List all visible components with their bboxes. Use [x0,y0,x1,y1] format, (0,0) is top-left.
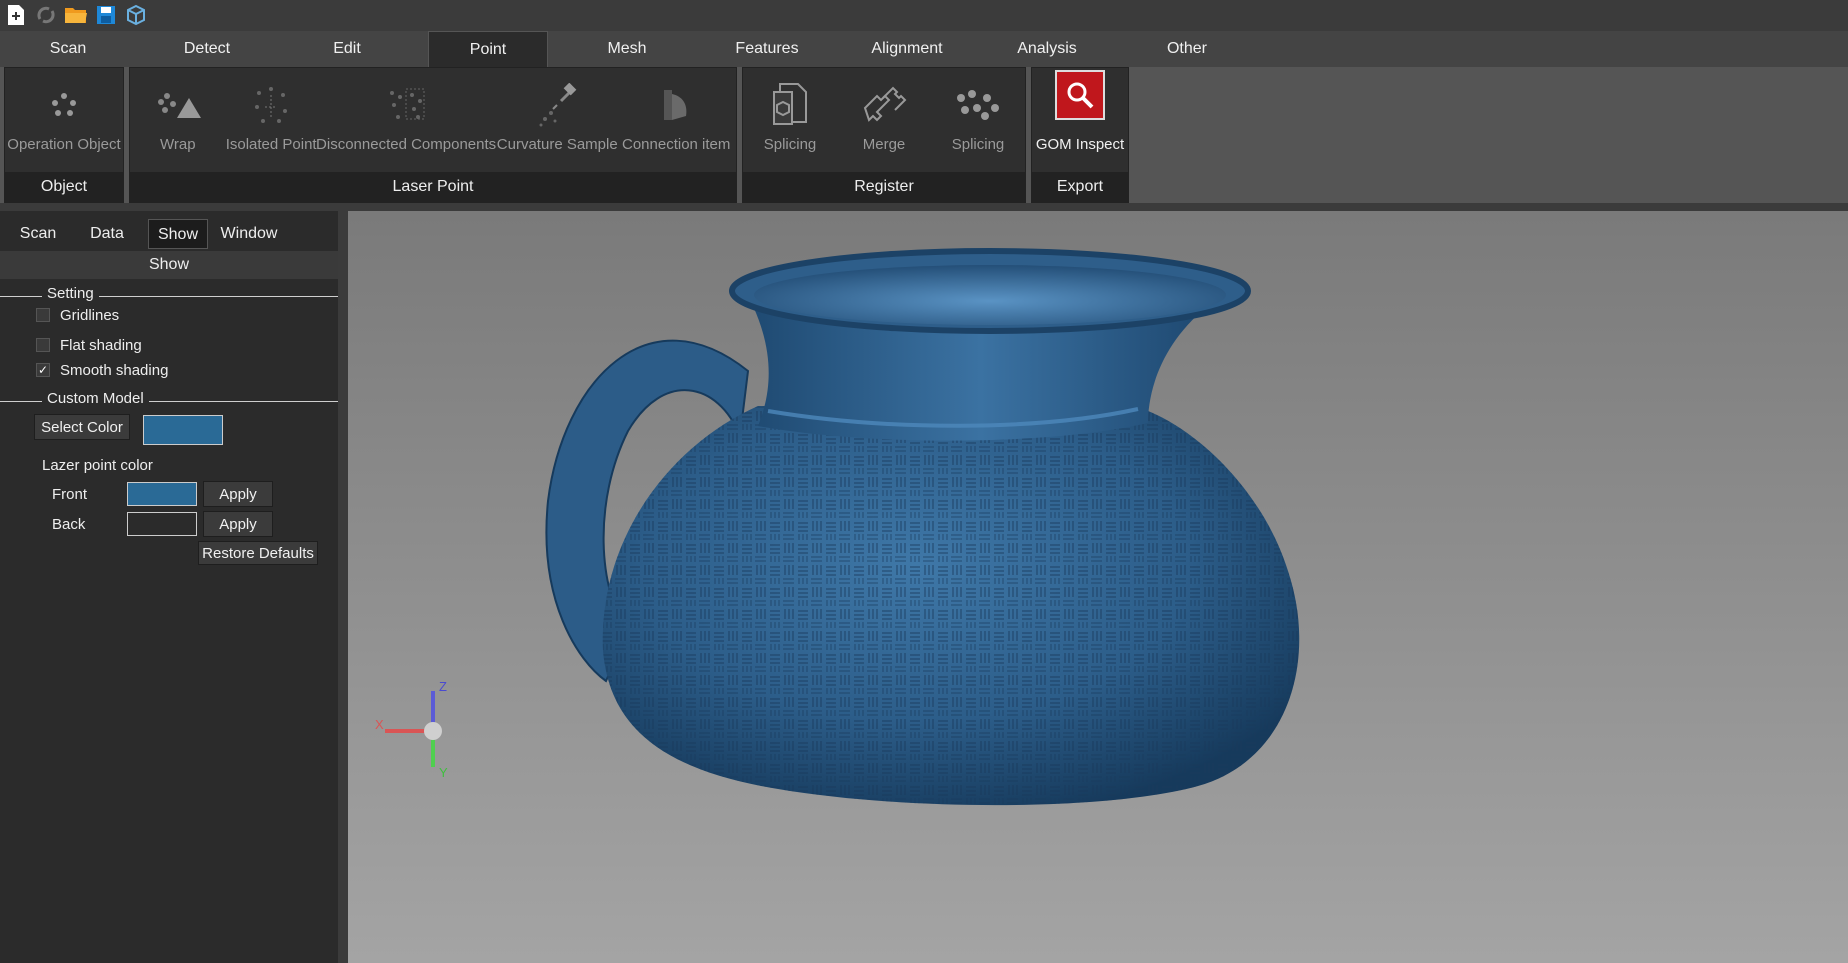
panel-tab-show[interactable]: Show [148,219,208,249]
open-folder-icon[interactable] [64,3,88,27]
tab-features[interactable]: Features [707,31,827,67]
group-register-label: Register [743,172,1025,202]
group-object-label: Object [5,172,123,202]
tab-mesh[interactable]: Mesh [567,31,687,67]
axis-triad: Z X Y [375,679,448,780]
front-color-swatch[interactable] [127,482,197,506]
back-label: Back [52,516,86,533]
group-object: Operation Object Object [4,67,124,203]
operation-object-button[interactable]: Operation Object [5,68,123,168]
restore-defaults-button[interactable]: Restore Defaults [198,541,318,565]
custom-color-swatch[interactable] [143,415,223,445]
tab-point[interactable]: Point [428,31,548,67]
disconnected-components-icon [380,82,432,128]
connection-item-label: Connection item [622,136,731,153]
tab-detect[interactable]: Detect [147,31,267,67]
splicing-button-2[interactable]: Splicing [931,68,1025,168]
gridlines-label: Gridlines [60,306,120,324]
disconnected-components-button[interactable]: Disconnected Components [315,68,496,168]
group-export: GOM Inspect Export [1031,67,1129,203]
group-laser-point-label: Laser Point [130,172,736,202]
smooth-shading-option[interactable]: ✓ Smooth shading [36,360,168,380]
lazer-point-color-label: Lazer point color [42,457,153,474]
select-color-button[interactable]: Select Color [34,414,130,440]
smooth-shading-checkbox[interactable]: ✓ [36,363,50,377]
smooth-shading-label: Smooth shading [60,361,169,379]
new-file-icon[interactable] [4,3,28,27]
disconnected-components-label: Disconnected Components [316,136,497,153]
cube-view-icon[interactable] [124,3,148,27]
group-register: Splicing Merge Splicing Register [742,67,1026,203]
panel-tabs: Scan Data Show Window [0,219,338,249]
flat-shading-checkbox[interactable] [36,338,50,352]
points-cluster-icon [38,82,90,128]
axis-z-label: Z [439,679,447,694]
wrap-label: Wrap [160,136,196,153]
gom-inspect-icon [1055,70,1105,120]
curvature-sample-icon [531,82,583,128]
wrap-button[interactable]: Wrap [130,68,226,168]
tab-other[interactable]: Other [1127,31,1247,67]
panel-tab-scan[interactable]: Scan [8,219,68,249]
panel-tab-window[interactable]: Window [214,219,284,249]
group-export-label: Export [1032,172,1128,202]
flat-shading-option[interactable]: Flat shading [36,335,142,355]
merge-label: Merge [862,136,906,153]
front-label: Front [52,486,88,503]
3d-viewport[interactable]: Z X Y [348,211,1848,963]
back-apply-button[interactable]: Apply [203,511,273,537]
front-apply-button[interactable]: Apply [203,481,273,507]
gridlines-checkbox[interactable] [36,308,50,322]
isolated-point-button[interactable]: Isolated Point [225,68,317,168]
quick-access-toolbar [0,0,152,30]
tab-scan[interactable]: Scan [8,31,128,67]
menu-bar: Scan Detect Edit Point Mesh Features Ali… [0,31,1848,67]
custom-model-title: Custom Model [42,390,149,407]
jug-inner [754,265,1226,325]
scanned-jug-model: Z X Y [375,248,1300,806]
operation-object-label: Operation Object [7,136,121,153]
panel-tab-data[interactable]: Data [78,219,136,249]
ribbon: Operation Object Object Wrap Isolated Po… [0,67,1848,203]
wrap-icon [152,82,204,128]
splicing-button-1[interactable]: Splicing [743,68,837,168]
splicing-document-icon [764,82,816,128]
axis-x-label: X [375,717,384,732]
app-window: Scan Detect Edit Point Mesh Features Ali… [0,0,1848,963]
tab-analysis[interactable]: Analysis [987,31,1107,67]
merge-button[interactable]: Merge [837,68,931,168]
show-header: Show [0,251,338,279]
setting-title: Setting [42,285,99,302]
isolated-point-icon [245,82,297,128]
curvature-sample-button[interactable]: Curvature Sample [496,68,618,168]
gridlines-option[interactable]: Gridlines [36,305,119,325]
axis-y-label: Y [439,765,448,780]
isolated-point-label: Isolated Point [225,136,317,153]
group-laser-point: Wrap Isolated Point Disconnected Compone… [129,67,737,203]
connection-item-button[interactable]: Connection item [616,68,736,168]
tab-edit[interactable]: Edit [287,31,407,67]
gom-inspect-button[interactable]: GOM Inspect [1032,68,1128,168]
left-panel: Scan Data Show Window Show Setting Gridl… [0,211,338,963]
splicing-points-icon [952,82,1004,128]
connection-item-icon [650,82,702,128]
merge-puzzle-icon [858,82,910,128]
refresh-icon[interactable] [34,3,58,27]
flat-shading-label: Flat shading [60,336,142,354]
back-color-swatch[interactable] [127,512,197,536]
setting-section: Setting [0,285,338,305]
gom-inspect-label: GOM Inspect [1035,136,1125,153]
custom-model-section: Custom Model [0,390,338,410]
tab-alignment[interactable]: Alignment [847,31,967,67]
save-icon[interactable] [94,3,118,27]
splicing-label-1: Splicing [763,136,817,153]
curvature-sample-label: Curvature Sample [496,136,618,153]
splicing-label-2: Splicing [951,136,1005,153]
